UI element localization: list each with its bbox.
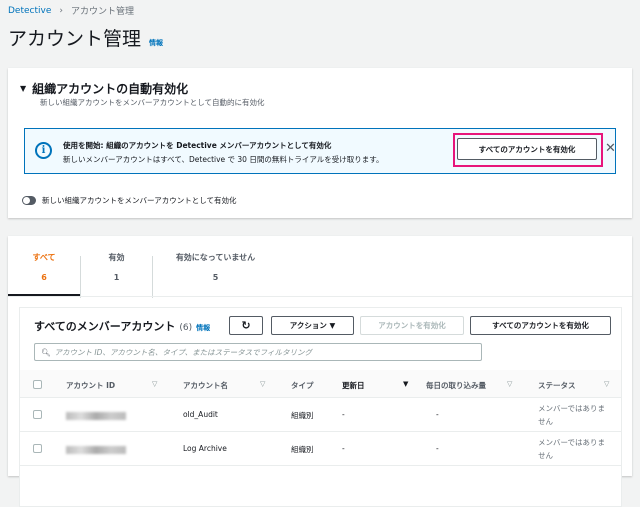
info-link[interactable]: 情報 — [149, 38, 163, 48]
table-column-headers: アカウント ID ▽ アカウント名 ▽ タイプ 更新日 ▼ 毎日の取り込み量 ▽ ステー… — [20, 370, 621, 398]
breadcrumb-detective-link[interactable]: Detective — [8, 6, 51, 16]
table-title: すべてのメンバーアカウント — [34, 320, 176, 333]
table-row[interactable]: old_Audit 組織別 - - メンバーではありません — [20, 398, 621, 432]
tab-label: 有効 — [108, 253, 125, 262]
tab-not-enabled[interactable]: 有効になっていません 5 — [153, 248, 278, 288]
column-daily-volume[interactable]: 毎日の取り込み量 — [426, 380, 486, 391]
sort-desc-icon[interactable]: ▼ — [403, 380, 408, 388]
refresh-button[interactable]: ↻ — [229, 316, 263, 335]
auto-enable-title: 組織アカウントの自動有効化 — [32, 82, 189, 96]
sort-icon[interactable]: ▽ — [260, 380, 265, 388]
tab-enabled[interactable]: 有効 1 — [81, 248, 152, 288]
toggle-label: 新しい組織アカウントをメンバーアカウントとして有効化 — [42, 196, 237, 205]
account-type: 組織別 — [291, 411, 314, 420]
breadcrumb: Detective › アカウント管理 — [8, 4, 134, 18]
row-checkbox[interactable] — [33, 444, 42, 453]
filter-search-input[interactable]: 🔍︎ アカウント ID、アカウント名、タイプ、またはステータスでフィルタリング — [34, 343, 482, 361]
alert-body: 新しいメンバーアカウントはすべて、Detective で 30 日間の無料トライ… — [63, 155, 384, 164]
column-updated[interactable]: 更新日 — [342, 380, 365, 391]
auto-enable-toggle[interactable]: 新しい組織アカウントをメンバーアカウントとして有効化 — [22, 195, 236, 206]
column-account-id[interactable]: アカウント ID — [66, 380, 115, 391]
enable-all-accounts-button[interactable]: すべてのアカウントを有効化 — [457, 138, 597, 160]
redacted-account-id — [66, 412, 126, 420]
page-header: アカウント管理 情報 — [8, 24, 163, 51]
account-name: old_Audit — [183, 410, 218, 419]
account-type: 組織別 — [291, 445, 314, 454]
enable-all-accounts-button-table[interactable]: すべてのアカウントを有効化 — [470, 316, 611, 335]
column-account-name[interactable]: アカウント名 — [183, 380, 228, 391]
auto-enable-subtitle: 新しい組織アカウントをメンバーアカウントとして自動的に有効化 — [40, 98, 265, 107]
chevron-right-icon: › — [59, 5, 63, 16]
member-accounts-panel: すべて 6 有効 1 有効になっていません 5 すべてのメンバーアカウント (6) 情… — [8, 236, 632, 507]
member-accounts-table: すべてのメンバーアカウント (6) 情報 ↻ アクション ▼ アカウントを有効化… — [19, 307, 622, 507]
close-icon[interactable]: ✕ — [605, 141, 616, 156]
tab-count: 5 — [212, 273, 219, 282]
tab-baseline — [8, 296, 632, 297]
info-icon: i — [35, 142, 52, 159]
account-name: Log Archive — [183, 444, 227, 453]
auto-enable-header[interactable]: ▼ 組織アカウントの自動有効化 — [20, 80, 188, 97]
active-tab-indicator — [8, 294, 80, 296]
info-link[interactable]: 情報 — [196, 323, 210, 333]
row-checkbox[interactable] — [33, 410, 42, 419]
updated-date: - — [342, 410, 345, 419]
page-title: アカウント管理 — [8, 28, 142, 50]
status: メンバーではありません — [538, 438, 606, 460]
column-status[interactable]: ステータス — [538, 380, 576, 391]
daily-volume: - — [436, 410, 439, 419]
tab-count: 1 — [113, 273, 120, 282]
tab-label: すべて — [32, 253, 56, 262]
redacted-account-id — [66, 446, 126, 454]
actions-dropdown[interactable]: アクション ▼ — [271, 316, 354, 335]
sort-icon[interactable]: ▽ — [604, 380, 609, 388]
toggle-switch[interactable] — [22, 196, 36, 205]
caret-down-icon: ▼ — [20, 84, 27, 93]
status: メンバーではありません — [538, 404, 606, 426]
table-header: すべてのメンバーアカウント (6) 情報 — [34, 318, 210, 334]
sort-icon[interactable]: ▽ — [507, 380, 512, 388]
tab-count: 6 — [41, 273, 47, 282]
info-alert: i 使用を開始: 組織のアカウントを Detective メンバーアカウントとし… — [24, 128, 616, 174]
updated-date: - — [342, 444, 345, 453]
search-icon: 🔍︎ — [41, 347, 51, 357]
alert-title: 使用を開始: 組織のアカウントを Detective メンバーアカウントとして有… — [63, 141, 332, 150]
search-placeholder: アカウント ID、アカウント名、タイプ、またはステータスでフィルタリング — [54, 347, 313, 357]
sort-icon[interactable]: ▽ — [152, 380, 157, 388]
select-all-checkbox[interactable] — [33, 380, 42, 389]
column-type[interactable]: タイプ — [291, 380, 314, 391]
table-count: (6) — [179, 323, 193, 333]
tab-all[interactable]: すべて 6 — [8, 248, 80, 288]
enable-account-button[interactable]: アカウントを有効化 — [360, 316, 464, 335]
table-row[interactable]: Log Archive 組織別 - - メンバーではありません — [20, 432, 621, 466]
daily-volume: - — [436, 444, 439, 453]
breadcrumb-current: アカウント管理 — [70, 7, 134, 17]
auto-enable-panel: ▼ 組織アカウントの自動有効化 新しい組織アカウントをメンバーアカウントとして自動… — [8, 68, 632, 218]
tab-label: 有効になっていません — [175, 253, 256, 262]
